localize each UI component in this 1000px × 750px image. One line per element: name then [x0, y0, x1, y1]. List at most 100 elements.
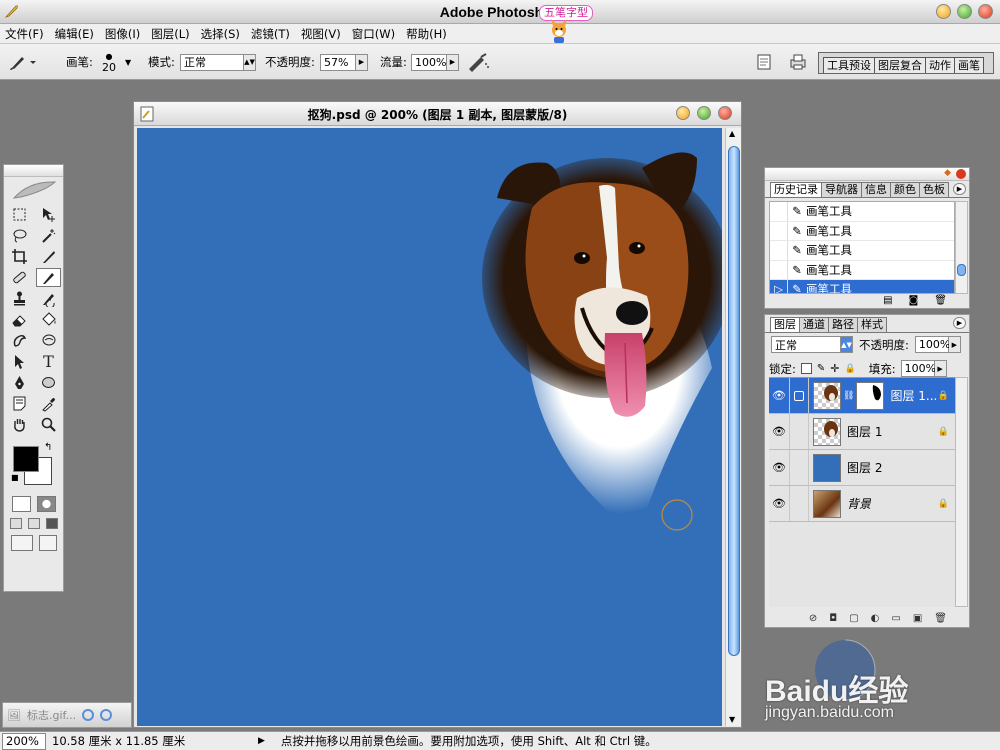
history-item[interactable]: ✎ 画笔工具 — [770, 241, 954, 261]
palette-well-tab-tool-presets[interactable]: 工具预设 — [823, 57, 875, 73]
edit-in-imageready-button[interactable] — [38, 535, 57, 551]
layer-row-selected[interactable]: 👁 ⛓ 图层 1... 🔒 — [769, 378, 955, 414]
menu-edit[interactable]: 编辑(E) — [55, 26, 94, 42]
brush-tool[interactable] — [36, 268, 61, 287]
palette-well-tab-actions[interactable]: 动作 — [925, 57, 955, 73]
tab-color[interactable]: 颜色 — [890, 182, 920, 197]
layer-row[interactable]: 👁 图层 1 🔒 — [769, 414, 955, 450]
vertical-scrollbar[interactable]: ▲ ▼ — [725, 128, 741, 726]
link-layers-icon[interactable]: ⊘ — [809, 613, 817, 624]
tab-history[interactable]: 历史记录 — [770, 182, 822, 197]
tab-navigator[interactable]: 导航器 — [821, 182, 862, 197]
history-item[interactable]: ✎ 画笔工具 — [770, 221, 954, 241]
layer-row[interactable]: 👁 图层 2 — [769, 450, 955, 486]
jump-to-imageready-button[interactable] — [10, 535, 33, 551]
new-group-icon[interactable]: ◐ — [871, 613, 880, 624]
scroll-down-arrow-icon[interactable]: ▼ — [729, 715, 735, 724]
path-selection-tool[interactable] — [7, 352, 32, 371]
marquee-tool[interactable] — [7, 205, 32, 224]
magic-wand-tool[interactable] — [36, 226, 61, 245]
history-item[interactable]: ✎ 画笔工具 — [770, 260, 954, 280]
document-titlebar[interactable]: 抠狗.psd @ 200% (图层 1 副本, 图层蒙版/8) — [134, 102, 741, 126]
layer-link-box[interactable] — [789, 450, 809, 485]
delete-layer-icon[interactable]: 🗑 — [934, 613, 947, 624]
palette-well-tab-layer-comps[interactable]: 图层复合 — [874, 57, 926, 73]
zoom-tool[interactable] — [36, 415, 61, 434]
eyedropper-tool[interactable] — [36, 394, 61, 413]
standard-mode-button[interactable] — [11, 496, 31, 512]
type-tool[interactable]: T — [36, 352, 61, 371]
doc-close-button[interactable] — [718, 106, 732, 120]
layer-link-box[interactable] — [789, 486, 809, 521]
new-adjustment-layer-icon[interactable]: ▭ — [891, 613, 900, 624]
visibility-eye-icon[interactable]: 👁 — [769, 497, 789, 510]
opacity-slider-arrow-icon[interactable]: ▶ — [356, 53, 368, 71]
layer-row[interactable]: 👁 背景 🔒 — [769, 486, 955, 522]
tab-swatches[interactable]: 色板 — [919, 182, 949, 197]
layer-mask-thumbnail[interactable] — [856, 381, 885, 410]
panel-menu-icon[interactable]: ▶ — [953, 317, 966, 329]
menu-layer[interactable]: 图层(L) — [151, 26, 189, 42]
brush-dropdown-arrow-icon[interactable]: ▼ — [125, 44, 131, 80]
menu-file[interactable]: 文件(F) — [5, 26, 44, 42]
tab-layers[interactable]: 图层 — [770, 317, 800, 332]
history-brush-tool[interactable] — [36, 289, 61, 308]
zoom-field[interactable]: 200% — [2, 732, 46, 750]
menu-window[interactable]: 窗口(W) — [352, 26, 395, 42]
clone-stamp-tool[interactable] — [7, 289, 32, 308]
vertical-scroll-thumb[interactable] — [728, 146, 740, 656]
quick-mask-mode-button[interactable] — [36, 496, 56, 512]
airbrush-toggle[interactable] — [466, 44, 490, 80]
notes-tool[interactable] — [7, 394, 32, 413]
minimized-document[interactable]: 🖼 标志.gif... — [2, 702, 132, 728]
opacity-field[interactable]: 57% ▶ — [320, 44, 368, 80]
layer-fill-field[interactable]: 100% ▶ — [900, 360, 947, 377]
tool-preset-picker[interactable] — [8, 44, 38, 80]
move-tool[interactable] — [36, 205, 61, 224]
tab-channels[interactable]: 通道 — [799, 317, 829, 332]
layer-thumbnail[interactable] — [813, 453, 841, 482]
menu-image[interactable]: 图像(I) — [105, 26, 140, 42]
crop-tool[interactable] — [7, 247, 32, 266]
maximize-button[interactable] — [957, 4, 972, 19]
screen-mode-standard-button[interactable] — [9, 518, 22, 529]
swap-colors-icon[interactable]: ↰ — [44, 442, 52, 453]
close-button[interactable] — [100, 709, 113, 721]
menu-select[interactable]: 选择(S) — [201, 26, 240, 42]
visibility-eye-icon[interactable]: 👁 — [769, 389, 789, 402]
lock-transparency-checkbox[interactable] — [800, 363, 812, 374]
history-panel-titlebar[interactable]: ◆ — [765, 168, 969, 181]
snapshot-source-box[interactable] — [770, 202, 788, 221]
layer-opacity-field[interactable]: 100% ▶ — [914, 336, 961, 353]
lasso-tool[interactable] — [7, 226, 32, 245]
scroll-up-arrow-icon[interactable]: ▲ — [729, 129, 735, 138]
tab-styles[interactable]: 样式 — [857, 317, 887, 332]
panel-close-icon[interactable] — [956, 169, 966, 179]
palette-well-tab-brushes[interactable]: 画笔 — [954, 57, 984, 73]
history-scrollbar[interactable] — [955, 201, 968, 294]
blur-tool[interactable] — [7, 331, 32, 350]
add-layer-mask-icon[interactable]: ▢ — [849, 613, 858, 624]
toolbox-feather-logo[interactable] — [4, 177, 63, 203]
status-menu-arrow-icon[interactable]: ▶ — [258, 736, 265, 746]
layer-link-box[interactable] — [789, 414, 809, 449]
history-scroll-thumb[interactable] — [957, 264, 966, 276]
file-browser-button[interactable] — [756, 44, 772, 80]
visibility-eye-icon[interactable]: 👁 — [769, 461, 789, 474]
snapshot-source-box[interactable] — [770, 241, 788, 260]
tab-paths[interactable]: 路径 — [828, 317, 858, 332]
shape-tool[interactable] — [36, 373, 61, 392]
menu-view[interactable]: 视图(V) — [301, 26, 341, 42]
minimize-button[interactable] — [936, 4, 951, 19]
restore-button[interactable] — [82, 709, 95, 721]
tab-info[interactable]: 信息 — [861, 182, 891, 197]
layer-thumbnail[interactable] — [813, 489, 841, 518]
palette-well-button[interactable] — [788, 44, 808, 80]
mode-select[interactable]: 正常 ▲▼ — [180, 44, 256, 80]
screen-mode-full-button[interactable] — [45, 518, 58, 529]
visibility-eye-icon[interactable]: 👁 — [769, 425, 789, 438]
eraser-tool[interactable] — [7, 310, 32, 329]
new-layer-icon[interactable]: ▣ — [913, 613, 922, 624]
layer-opacity-arrow-icon[interactable]: ▶ — [948, 336, 961, 353]
paint-bucket-tool[interactable] — [36, 310, 61, 329]
